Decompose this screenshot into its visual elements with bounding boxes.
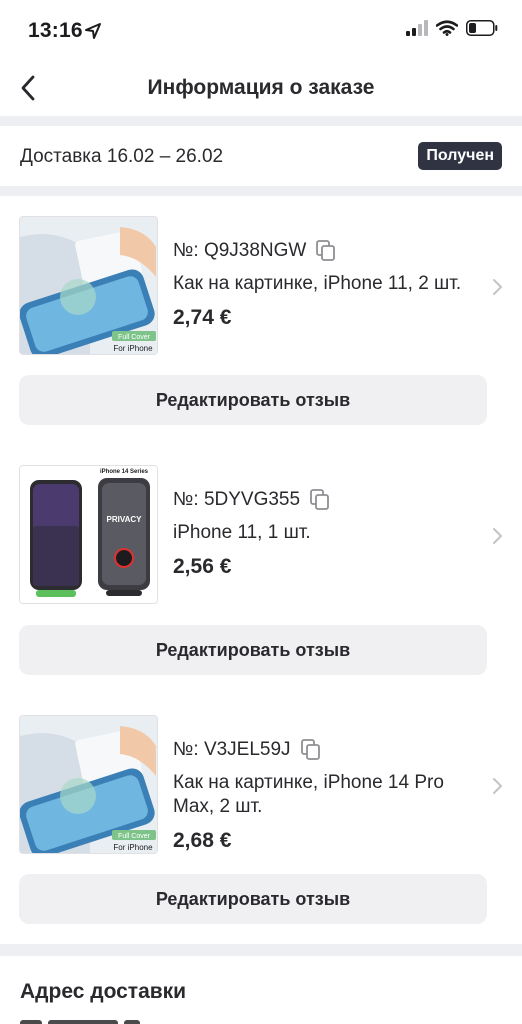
order-number: №: Q9J38NGW [173, 240, 307, 261]
product-item[interactable]: iPhone 14 Series PRIVACY №: 5DYVG355 iPh… [0, 465, 522, 605]
status-bar: 13:16 [0, 0, 522, 62]
product-variant: Как на картинке, iPhone 14 Pro Max, 2 шт… [173, 772, 444, 817]
address-text-cutoff [20, 1018, 220, 1024]
image-caption: Full Cover [118, 334, 151, 341]
address-section-title: Адрес доставки [20, 980, 187, 1003]
copy-icon[interactable] [310, 489, 330, 511]
image-caption: For iPhone [113, 843, 153, 852]
section-divider [0, 944, 522, 956]
order-number-row: №: V3JEL59J [173, 737, 473, 763]
section-divider [0, 116, 522, 126]
edit-review-button[interactable]: Редактировать отзыв [19, 375, 487, 425]
image-caption: PRIVACY [107, 515, 143, 524]
product-item[interactable]: Full Cover For iPhone №: Q9J38NGW Как на… [0, 216, 522, 356]
product-info: №: V3JEL59J Как на картинке, iPhone 14 P… [173, 737, 473, 853]
order-number-row: №: Q9J38NGW [173, 238, 473, 264]
product-variant: Как на картинке, iPhone 11, 2 шт. [173, 273, 462, 294]
delivery-row: Доставка 16.02 – 26.02 Получен [0, 126, 522, 186]
status-time: 13:16 [28, 19, 83, 42]
chevron-right-icon [493, 528, 502, 544]
product-image: Full Cover For iPhone [19, 715, 158, 854]
product-image: Full Cover For iPhone [19, 216, 158, 355]
edit-review-button[interactable]: Редактировать отзыв [19, 625, 487, 675]
product-price: 2,56 € [173, 555, 232, 578]
order-number: №: 5DYVG355 [173, 489, 301, 510]
order-number-row: №: 5DYVG355 [173, 487, 473, 513]
product-variant: iPhone 11, 1 шт. [173, 522, 311, 543]
nav-bar: Информация о заказе [0, 62, 522, 116]
battery-icon [466, 20, 498, 36]
product-image: iPhone 14 Series PRIVACY [19, 465, 158, 604]
image-caption: iPhone 14 Series [100, 469, 149, 475]
image-caption: Full Cover [118, 833, 151, 840]
image-caption: For iPhone [113, 344, 153, 353]
product-price: 2,74 € [173, 306, 232, 329]
status-icons [406, 20, 498, 36]
chevron-right-icon [493, 279, 502, 295]
location-arrow-icon [85, 23, 101, 39]
product-info: №: Q9J38NGW Как на картинке, iPhone 11, … [173, 238, 473, 330]
chevron-right-icon [493, 778, 502, 794]
copy-icon[interactable] [316, 240, 336, 262]
product-item[interactable]: Full Cover For iPhone №: V3JEL59J Как на… [0, 715, 522, 855]
status-badge: Получен [418, 142, 502, 170]
delivery-dates: Доставка 16.02 – 26.02 [20, 146, 224, 167]
page-title: Информация о заказе [147, 76, 375, 99]
copy-icon[interactable] [300, 739, 321, 761]
cellular-signal-icon [406, 20, 428, 36]
order-number: №: V3JEL59J [173, 739, 291, 760]
product-info: №: 5DYVG355 iPhone 11, 1 шт. 2,56 € [173, 487, 473, 579]
wifi-icon [436, 20, 458, 36]
edit-review-button[interactable]: Редактировать отзыв [19, 874, 487, 924]
section-divider [0, 186, 522, 196]
product-price: 2,68 € [173, 829, 232, 852]
